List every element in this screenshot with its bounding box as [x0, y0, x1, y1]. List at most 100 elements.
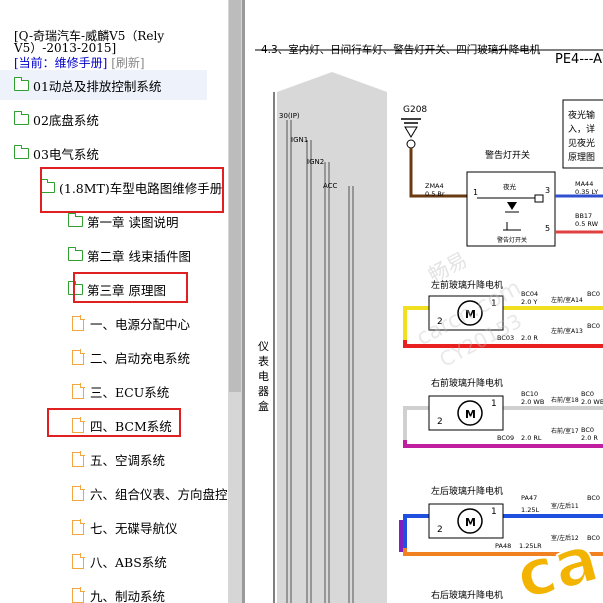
svg-text:右前/室17: 右前/室17	[551, 427, 579, 435]
svg-text:M: M	[465, 516, 476, 529]
watermark: 畅易 carcn.com CY20153	[413, 247, 526, 372]
tree-item-01[interactable]: 01动总及排放控制系统	[0, 70, 207, 100]
svg-text:5: 5	[545, 224, 550, 233]
svg-text:左后玻璃升降电机: 左后玻璃升降电机	[431, 485, 503, 497]
tree-item-label: 六、组合仪表、方向盘控	[90, 486, 228, 502]
svg-text:M: M	[465, 408, 476, 421]
tree-item-02[interactable]: 02底盘系统	[13, 104, 99, 134]
svg-text:1.25L: 1.25L	[521, 506, 539, 514]
tree-item-03[interactable]: 03电气系统	[13, 138, 99, 168]
navigation-tree-panel: [Q-奇瑞汽车-威麟V5（Rely V5）-2013-2015] [当前：维修手…	[0, 0, 228, 603]
tree-item-label: 七、无碟导航仪	[90, 520, 178, 536]
tree-item-power-distribution[interactable]: 一、电源分配中心	[72, 308, 190, 338]
svg-text:器: 器	[258, 385, 269, 398]
tree-item-label: 三、ECU系统	[90, 384, 170, 400]
tree-item-chapter-2[interactable]: 第二章 线束插件图	[67, 240, 191, 270]
svg-text:0.35 LY: 0.35 LY	[575, 188, 598, 196]
document-icon	[72, 553, 85, 569]
folder-icon	[13, 110, 29, 125]
document-icon	[72, 485, 85, 501]
svg-text:MA44: MA44	[575, 180, 593, 188]
svg-text:入，详: 入，详	[568, 123, 595, 135]
tree-item-label: 第二章 线束插件图	[87, 248, 191, 264]
svg-text:PA47: PA47	[521, 494, 537, 502]
fuse-box-panel	[277, 92, 387, 603]
highlight-box	[47, 408, 181, 437]
svg-text:BB17: BB17	[575, 212, 592, 220]
svg-text:警告灯开关: 警告灯开关	[497, 236, 527, 244]
svg-text:ZMA4: ZMA4	[425, 182, 444, 190]
tree-item-label: 二、启动充电系统	[90, 350, 191, 366]
svg-text:BC0: BC0	[587, 322, 600, 330]
svg-text:3: 3	[545, 186, 550, 195]
svg-text:BC09: BC09	[497, 434, 514, 442]
svg-text:1: 1	[491, 507, 497, 517]
tree-item-start-charge[interactable]: 二、启动充电系统	[72, 342, 190, 372]
current-location[interactable]: [当前：维修手册]	[14, 56, 107, 70]
document-icon	[72, 383, 85, 399]
svg-text:盒: 盒	[258, 399, 269, 413]
manual-title: [Q-奇瑞汽车-威麟V5（Rely V5）-2013-2015]	[14, 29, 165, 55]
tree-item-label: 九、制动系统	[90, 588, 166, 603]
svg-text:2: 2	[437, 525, 443, 535]
tree-item-navigation[interactable]: 七、无碟导航仪	[72, 512, 178, 542]
pin-label: ACC	[323, 182, 338, 190]
svg-text:BC0: BC0	[587, 494, 600, 502]
svg-text:夜光: 夜光	[503, 182, 517, 191]
svg-text:0.5 RW: 0.5 RW	[575, 220, 599, 228]
document-icon	[72, 451, 85, 467]
svg-text:1: 1	[491, 399, 497, 409]
tree-item-air-conditioning[interactable]: 五、空调系统	[72, 444, 165, 474]
highlight-box	[73, 272, 188, 303]
tree-scrollbar[interactable]	[228, 0, 242, 603]
scrollbar-thumb[interactable]	[229, 0, 241, 392]
svg-text:2.0 RL: 2.0 RL	[521, 434, 542, 442]
svg-text:BC10: BC10	[521, 390, 538, 398]
switch-title: 警告灯开关	[485, 149, 530, 161]
motor-right-front: 右前玻璃升降电机 M 2 1 BC10 2.0 WB BC09 2.0 RL 右…	[403, 377, 603, 448]
tree-item-brake[interactable]: 九、制动系统	[72, 580, 165, 603]
svg-text:右后玻璃升降电机: 右后玻璃升降电机	[431, 589, 503, 601]
folder-open-icon	[13, 144, 29, 159]
svg-text:左前/室A13: 左前/室A13	[551, 327, 583, 335]
refresh-link[interactable]: [刷新]	[111, 56, 144, 70]
motor-right-rear: 右后玻璃升降电机	[431, 589, 503, 601]
pin-label: 30(IP)	[279, 112, 300, 120]
tree-item-abs[interactable]: 八、ABS系统	[72, 546, 167, 576]
watermark-logo: ca	[508, 522, 603, 603]
svg-text:0.5 Br: 0.5 Br	[425, 190, 445, 198]
tree-item-label: 第一章 读图说明	[87, 214, 179, 230]
tree-item-label: 03电气系统	[33, 146, 99, 162]
document-icon	[72, 587, 85, 603]
svg-text:2.0 R: 2.0 R	[581, 434, 598, 442]
diagram-viewer: 4.3、室内灯、日间行车灯、警告灯开关、四门玻璃升降电机 PE4---A 30(…	[245, 0, 603, 603]
tree-item-label: 02底盘系统	[33, 112, 99, 128]
tree-item-instrument-cluster[interactable]: 六、组合仪表、方向盘控	[72, 478, 228, 508]
box-label: 仪 表 电 器 盒	[258, 340, 269, 413]
svg-text:原理图: 原理图	[568, 152, 595, 163]
svg-text:2.0 WB: 2.0 WB	[521, 398, 544, 406]
svg-text:见夜光: 见夜光	[568, 137, 595, 149]
svg-text:2.0 R: 2.0 R	[521, 334, 538, 342]
svg-text:1: 1	[473, 188, 478, 197]
breadcrumb: [当前：维修手册] [刷新]	[14, 54, 145, 71]
svg-text:右前/室18: 右前/室18	[551, 396, 579, 404]
tree-item-label: 01动总及排放控制系统	[33, 78, 162, 94]
highlight-box	[40, 167, 224, 213]
folder-icon	[13, 76, 29, 91]
svg-text:2.0 Y: 2.0 Y	[521, 298, 537, 306]
svg-text:仪: 仪	[258, 340, 269, 353]
svg-text:BC0: BC0	[587, 290, 600, 298]
document-icon	[72, 315, 85, 331]
svg-text:2.0 WB: 2.0 WB	[581, 398, 603, 406]
tree-item-ecu[interactable]: 三、ECU系统	[72, 376, 169, 406]
svg-text:右前玻璃升降电机: 右前玻璃升降电机	[431, 377, 503, 389]
svg-text:2: 2	[437, 417, 443, 427]
svg-text:BC0: BC0	[581, 390, 594, 398]
fuse-box-arrow	[277, 72, 387, 92]
wiring-diagram: 30(IP) IGN1 IGN2 ACC 仪 表 电 器 盒 G208 ZMA4…	[255, 49, 603, 603]
ground-symbol-icon	[401, 118, 421, 149]
ground-label: G208	[403, 105, 427, 115]
document-icon	[72, 349, 85, 365]
pin-label: IGN2	[307, 158, 324, 166]
